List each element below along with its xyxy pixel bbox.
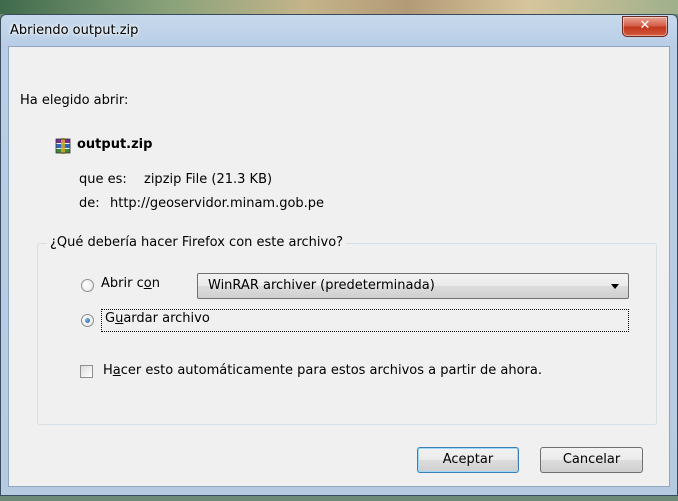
chevron-down-icon[interactable] — [611, 284, 619, 289]
winrar-archive-icon — [55, 138, 71, 154]
file-type-value: zipzip File (21.3 KB) — [144, 172, 273, 187]
open-with-select-value: WinRAR archiver (predeterminada) — [208, 278, 435, 293]
save-file-label[interactable]: Guardar archivo — [105, 311, 210, 326]
open-with-label[interactable]: Abrir con — [101, 276, 160, 291]
background-map — [0, 0, 678, 14]
auto-action-label-text: H — [103, 363, 113, 378]
file-source-label: de: — [79, 196, 100, 211]
open-with-select[interactable]: WinRAR archiver (predeterminada) — [197, 273, 629, 299]
cancel-button[interactable]: Cancelar — [540, 447, 643, 473]
intro-text: Ha elegido abrir: — [20, 93, 129, 108]
auto-action-label-text-end: cer esto automáticamente para estos arch… — [120, 363, 542, 378]
auto-action-checkbox[interactable] — [80, 365, 93, 378]
window-title: Abriendo output.zip — [10, 23, 139, 38]
file-source-value: http://geoservidor.minam.gob.pe — [110, 196, 325, 211]
open-with-radio[interactable] — [81, 279, 94, 292]
action-group — [37, 243, 657, 425]
save-file-label-text: G — [105, 311, 116, 326]
action-group-legend: ¿Qué debería hacer Firefox con este arch… — [47, 235, 347, 250]
file-name: output.zip — [77, 137, 153, 152]
close-icon: ✕ — [639, 18, 651, 33]
close-button[interactable]: ✕ — [622, 16, 668, 37]
open-with-label-text: Abrir c — [101, 276, 144, 291]
open-with-accesskey: o — [143, 276, 152, 291]
auto-action-label[interactable]: Hacer esto automáticamente para estos ar… — [103, 363, 542, 378]
open-with-label-text-end: n — [151, 276, 160, 291]
file-type-label: que es: — [79, 172, 127, 187]
save-file-label-text-end: ardar archivo — [123, 311, 210, 326]
auto-action-accesskey: a — [112, 363, 121, 378]
save-file-radio[interactable] — [81, 314, 94, 327]
accept-button[interactable]: Aceptar — [417, 447, 519, 473]
title-bar[interactable]: Abriendo output.zip ✕ — [1, 15, 677, 47]
dialog-body: Ha elegido abrir: output.zip que es: zip… — [8, 46, 670, 487]
download-dialog: Abriendo output.zip ✕ Ha elegido abrir: … — [0, 14, 678, 496]
